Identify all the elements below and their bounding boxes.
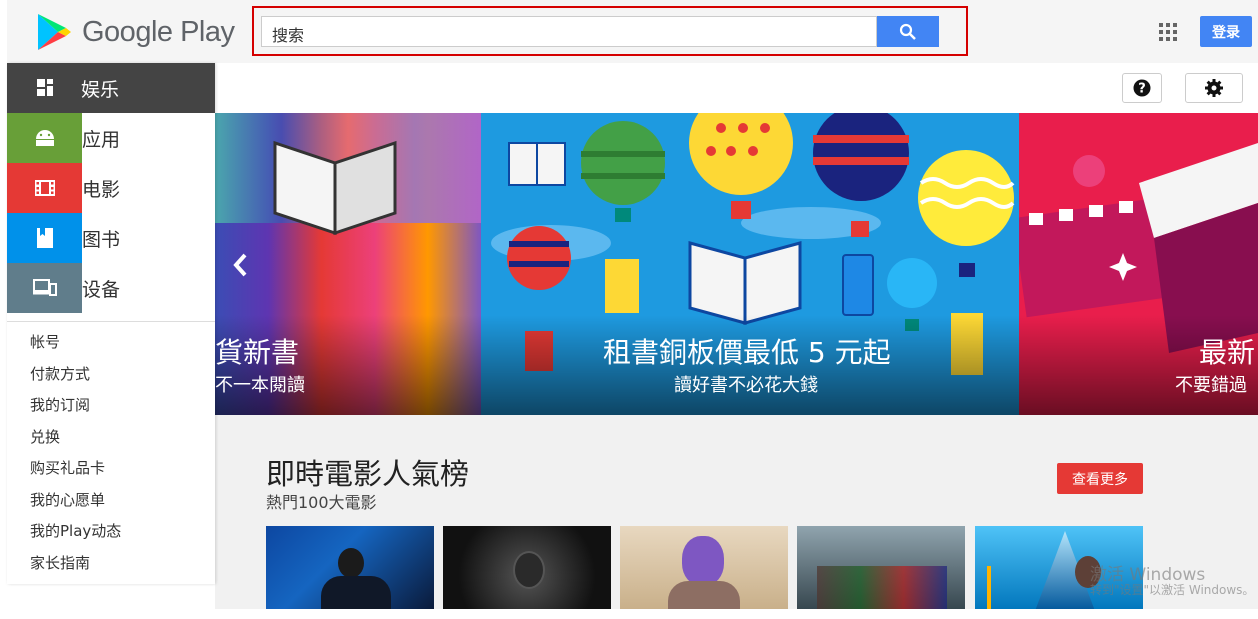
- movie-poster-3[interactable]: [620, 526, 788, 609]
- film-icon: [7, 163, 82, 213]
- see-more-button[interactable]: 查看更多: [1057, 463, 1143, 494]
- google-play-logo[interactable]: Google Play: [36, 12, 235, 52]
- sidebar-link-parent-guide[interactable]: 家长指南: [7, 547, 215, 579]
- slide-subtitle: 不要錯過: [1175, 375, 1247, 396]
- slide-title: 貨新書: [215, 336, 300, 369]
- slide-title: 租書銅板價最低 5 元起: [603, 336, 891, 369]
- sidebar-label: 设备: [82, 278, 121, 301]
- sidebar-item-movies[interactable]: 电影: [7, 163, 215, 213]
- help-button[interactable]: ?: [1122, 73, 1162, 103]
- play-logo-icon: [38, 14, 71, 50]
- slide-subtitle: 不一本閱讀: [215, 375, 305, 396]
- carousel-slide-new-books[interactable]: 貨新書 不一本閱讀: [215, 113, 481, 415]
- sidebar-label: 电影: [82, 178, 121, 201]
- sidebar-divider: [7, 321, 215, 322]
- sidebar-item-apps[interactable]: 应用: [7, 113, 215, 163]
- sidebar-link-redeem[interactable]: 兑换: [7, 421, 215, 453]
- sidebar-label: 娱乐: [81, 78, 120, 101]
- sidebar-label: 应用: [82, 128, 121, 151]
- sidebar: 娱乐 应用 电影 图书 设备 帐号 付款方式 我的订阅 兑换 购买礼品卡 我的心…: [7, 63, 215, 584]
- slide-subtitle: 讀好書不必花大錢: [674, 375, 818, 396]
- logo-text: Google Play: [82, 15, 235, 48]
- help-icon: ?: [1133, 79, 1151, 97]
- google-apps-icon[interactable]: [1159, 23, 1177, 41]
- movie-poster-4[interactable]: [797, 526, 965, 609]
- sidebar-item-entertainment[interactable]: 娱乐: [7, 63, 215, 113]
- sidebar-link-wishlist[interactable]: 我的心愿单: [7, 484, 215, 516]
- carousel-slide-new-movies[interactable]: 最新 不要錯過: [1019, 113, 1258, 415]
- sidebar-link-subscriptions[interactable]: 我的订阅: [7, 389, 215, 421]
- sidebar-link-payment[interactable]: 付款方式: [7, 358, 215, 390]
- settings-button[interactable]: [1185, 73, 1243, 103]
- windows-activation-hint: 转到"设置"以激活 Windows。: [1090, 583, 1255, 597]
- movie-poster-1[interactable]: [266, 526, 434, 609]
- search-input[interactable]: 搜索: [261, 16, 877, 47]
- movie-poster-2[interactable]: [443, 526, 611, 609]
- carousel-slide-book-rental[interactable]: 租書銅板價最低 5 元起 讀好書不必花大錢: [481, 113, 1019, 415]
- sidebar-link-play-activity[interactable]: 我的Play动态: [7, 515, 215, 547]
- section-subtitle: 熱門100大電影: [266, 493, 377, 512]
- promo-carousel[interactable]: 貨新書 不一本閱讀 租書銅板價最低 5 元起 讀好書不必花大錢 最新 不要錯過: [215, 113, 1258, 415]
- devices-icon: [7, 263, 82, 313]
- android-icon: [7, 113, 82, 163]
- content-toolbar: ?: [215, 63, 1258, 113]
- login-button[interactable]: 登录: [1200, 16, 1252, 47]
- svg-text:?: ?: [1138, 82, 1146, 97]
- sidebar-link-gift-card[interactable]: 购买礼品卡: [7, 452, 215, 484]
- section-title: 即時電影人氣榜: [266, 457, 470, 491]
- sidebar-item-books[interactable]: 图书: [7, 213, 215, 263]
- apps-grid-icon: [35, 77, 57, 99]
- carousel-prev-arrow-icon[interactable]: [232, 253, 248, 277]
- slide-title: 最新: [1199, 336, 1256, 369]
- gear-icon: [1205, 79, 1223, 97]
- open-book-illustration: [273, 140, 397, 236]
- search-button[interactable]: [877, 16, 939, 47]
- bookmark-icon: [7, 213, 82, 263]
- search-icon: [899, 23, 916, 40]
- sidebar-label: 图书: [82, 228, 121, 251]
- sidebar-link-account[interactable]: 帐号: [7, 326, 215, 358]
- sidebar-item-devices[interactable]: 设备: [7, 263, 215, 313]
